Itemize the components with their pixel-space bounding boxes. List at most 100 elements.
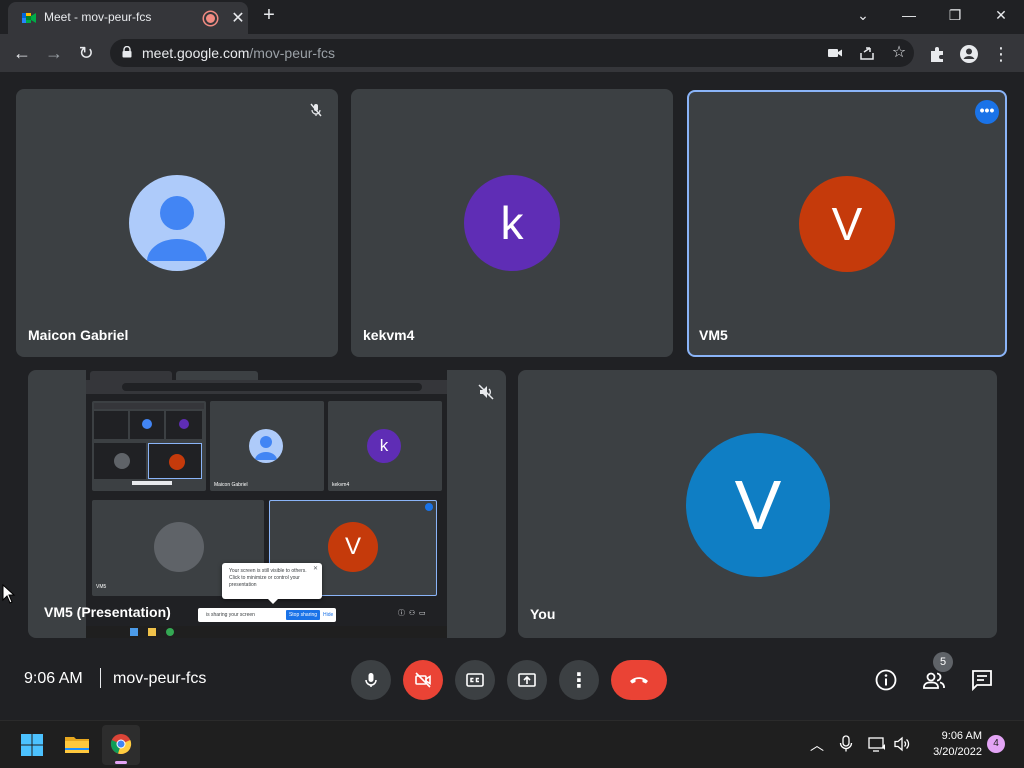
avatar: V bbox=[799, 176, 895, 272]
leave-call-button[interactable] bbox=[611, 660, 667, 700]
presentation-tile[interactable]: Maicon Gabriel k kekvm4 VM5 V Your scree… bbox=[28, 370, 506, 638]
meeting-details-button[interactable] bbox=[874, 668, 898, 692]
chrome-taskbar-button[interactable] bbox=[102, 725, 140, 765]
mini-avatar: k bbox=[367, 429, 401, 463]
popup-arrow bbox=[268, 599, 278, 604]
microphone-button[interactable] bbox=[351, 660, 391, 700]
clock-date[interactable]: 3/20/2022 bbox=[920, 746, 982, 758]
mini-avatar: V bbox=[328, 522, 378, 572]
window-controls: ⌄ — ❐ ✕ bbox=[840, 0, 1024, 32]
browser-tab[interactable]: Meet - mov-peur-fcs ✕ bbox=[8, 2, 248, 34]
speaker-icon[interactable] bbox=[893, 735, 911, 753]
info-icon bbox=[875, 669, 897, 691]
nested-tile bbox=[148, 443, 202, 479]
mini-taskbar bbox=[86, 626, 447, 638]
restore-button[interactable]: ❐ bbox=[932, 0, 978, 30]
avatar-letter: V bbox=[734, 466, 782, 544]
url-host: meet.google.com bbox=[142, 45, 250, 61]
menu-kebab-icon[interactable]: ⋮ bbox=[990, 43, 1012, 65]
captions-button[interactable] bbox=[455, 660, 495, 700]
mini-tab bbox=[90, 371, 172, 380]
avatar-letter: k bbox=[500, 197, 524, 249]
participant-name: VM5 (Presentation) bbox=[44, 604, 171, 620]
nested-popup bbox=[132, 481, 172, 485]
mini-avatar bbox=[154, 522, 204, 572]
mini-toolbar bbox=[86, 380, 447, 394]
clock-time[interactable]: 9:06 AM bbox=[930, 730, 982, 742]
chat-icon bbox=[972, 670, 992, 692]
file-explorer-icon[interactable] bbox=[64, 733, 90, 755]
windows-start-icon[interactable] bbox=[21, 734, 43, 756]
sharing-bar: is sharing your screen Stop sharing Hide bbox=[198, 608, 336, 622]
nested-tile bbox=[130, 411, 164, 439]
microphone-tray-icon[interactable] bbox=[838, 735, 854, 753]
chrome-icon bbox=[110, 734, 132, 755]
mini-avatar-letter: V bbox=[344, 533, 361, 560]
present-icon bbox=[518, 673, 536, 687]
new-tab-button[interactable]: + bbox=[258, 4, 280, 27]
camera-off-button[interactable] bbox=[403, 660, 443, 700]
recording-indicator-icon bbox=[204, 12, 217, 25]
participant-tile[interactable]: Maicon Gabriel bbox=[16, 89, 338, 357]
minimize-button[interactable]: — bbox=[886, 0, 932, 30]
avatar bbox=[129, 175, 225, 271]
avatar: k bbox=[464, 175, 560, 271]
mini-tile: k kekvm4 bbox=[328, 401, 442, 491]
tab-close-icon[interactable]: ✕ bbox=[230, 8, 246, 28]
mini-tile: Maicon Gabriel bbox=[210, 401, 324, 491]
nested-avatar bbox=[114, 453, 130, 469]
profile-icon[interactable] bbox=[958, 43, 980, 65]
participant-name: You bbox=[530, 606, 556, 622]
participant-name: Maicon Gabriel bbox=[28, 327, 129, 343]
participant-tile[interactable]: k kekvm4 bbox=[351, 89, 673, 357]
camera-in-use-icon[interactable] bbox=[826, 44, 844, 62]
nested-tile bbox=[94, 443, 146, 479]
more-options-icon[interactable]: ••• bbox=[975, 100, 999, 124]
meeting-code: mov-peur-fcs bbox=[113, 670, 207, 687]
close-window-button[interactable]: ✕ bbox=[978, 0, 1024, 30]
forward-button[interactable]: → bbox=[42, 41, 66, 65]
address-bar[interactable]: meet.google.com/mov-peur-fcs ☆ bbox=[110, 39, 914, 67]
self-tile[interactable]: V You bbox=[518, 370, 997, 638]
back-button[interactable]: ← bbox=[10, 41, 34, 65]
mini-tile-nested bbox=[92, 401, 206, 491]
mini-name: kekvm4 bbox=[332, 482, 350, 488]
participant-tile-active[interactable]: ••• V VM5 bbox=[687, 90, 1007, 357]
hide-button: Hide bbox=[323, 612, 334, 618]
bookmark-star-icon[interactable]: ☆ bbox=[890, 42, 908, 61]
active-app-indicator bbox=[115, 761, 127, 764]
notification-badge[interactable]: 4 bbox=[987, 735, 1005, 753]
hang-up-icon bbox=[630, 677, 648, 684]
tab-search-icon[interactable]: ⌄ bbox=[840, 0, 886, 30]
mini-name: Maicon Gabriel bbox=[214, 482, 248, 488]
meeting-time: 9:06 AM bbox=[24, 670, 83, 687]
reload-button[interactable]: ↻ bbox=[74, 41, 98, 65]
participant-count-badge: 5 bbox=[933, 652, 953, 672]
tab-strip: Meet - mov-peur-fcs ✕ + ⌄ — ❐ ✕ bbox=[0, 0, 1024, 34]
browser-toolbar: ← → ↻ meet.google.com/mov-peur-fcs ☆ ⋮ bbox=[0, 34, 1024, 72]
meeting-controls-bar: 9:06 AM mov-peur-fcs ⋮ 5 bbox=[0, 648, 1024, 720]
default-person-icon bbox=[147, 196, 207, 261]
stop-sharing-button: Stop sharing bbox=[286, 610, 320, 620]
extensions-icon[interactable] bbox=[926, 43, 948, 65]
mini-controls: ⓘ ⚇ ▭ bbox=[398, 610, 426, 617]
separator bbox=[100, 668, 101, 688]
mini-tab bbox=[176, 371, 258, 380]
lock-icon bbox=[122, 46, 132, 58]
url-path: /mov-peur-fcs bbox=[249, 45, 335, 61]
nested-chrome bbox=[94, 403, 204, 409]
mic-off-icon bbox=[310, 103, 322, 117]
present-screen-button[interactable] bbox=[507, 660, 547, 700]
avatar-letter: V bbox=[831, 198, 863, 250]
more-options-button[interactable]: ⋮ bbox=[559, 660, 599, 700]
show-hidden-icons-chevron-icon[interactable]: ︿ bbox=[810, 735, 824, 755]
network-icon[interactable] bbox=[868, 735, 886, 753]
captions-icon bbox=[466, 673, 484, 687]
chat-button[interactable] bbox=[970, 668, 994, 692]
mini-avatar-letter: k bbox=[379, 436, 389, 455]
nested-avatar bbox=[169, 454, 185, 470]
share-icon[interactable] bbox=[858, 44, 876, 62]
windows-taskbar: ︿ 9:06 AM 3/20/2022 4 bbox=[0, 720, 1024, 768]
volume-off-icon bbox=[478, 384, 494, 400]
mouse-cursor-icon bbox=[2, 584, 16, 604]
